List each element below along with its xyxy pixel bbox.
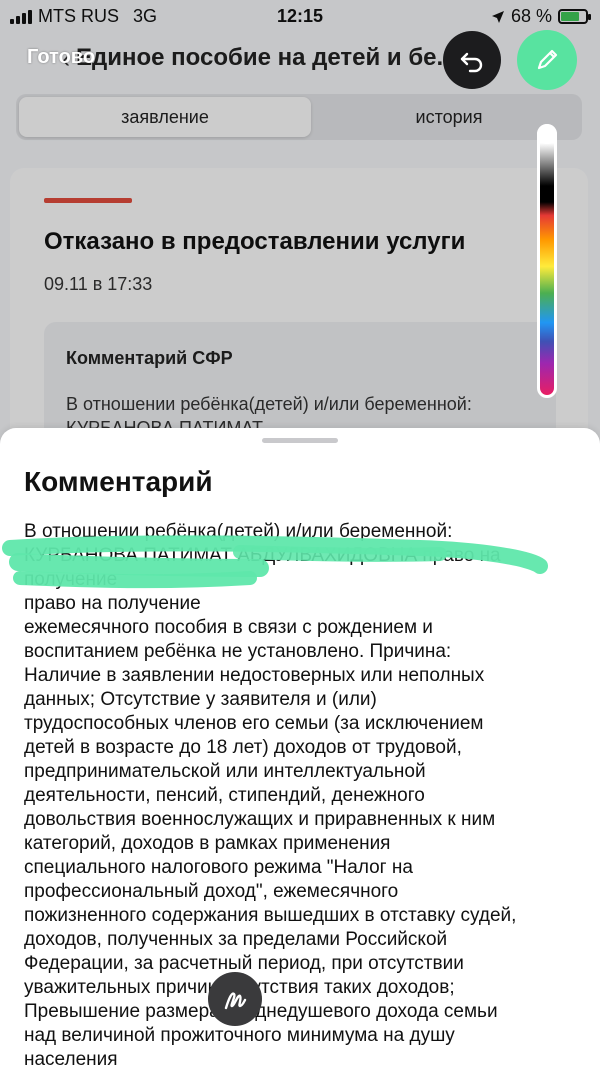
markup-icon: [224, 992, 247, 1010]
pen-tool-button[interactable]: [517, 30, 577, 90]
sheet-title: Комментарий: [24, 466, 213, 497]
undo-button[interactable]: [443, 31, 501, 89]
color-picker-slider[interactable]: [537, 124, 557, 398]
markup-button[interactable]: [208, 972, 262, 1026]
screen: MTS RUS 3G 12:15 68 % ‹ Единое пособие н…: [0, 0, 600, 1066]
sheet-grabber[interactable]: [262, 438, 338, 443]
sheet-comment-text: В отношении ребёнка(детей) и/или беремен…: [24, 521, 517, 1066]
undo-icon: [460, 52, 483, 73]
color-picker-knob[interactable]: [537, 124, 557, 144]
done-button[interactable]: Готово: [27, 46, 95, 69]
pen-icon: [537, 49, 558, 70]
comment-sheet: Комментарий В отношении ребёнка(детей) и…: [0, 428, 600, 1066]
